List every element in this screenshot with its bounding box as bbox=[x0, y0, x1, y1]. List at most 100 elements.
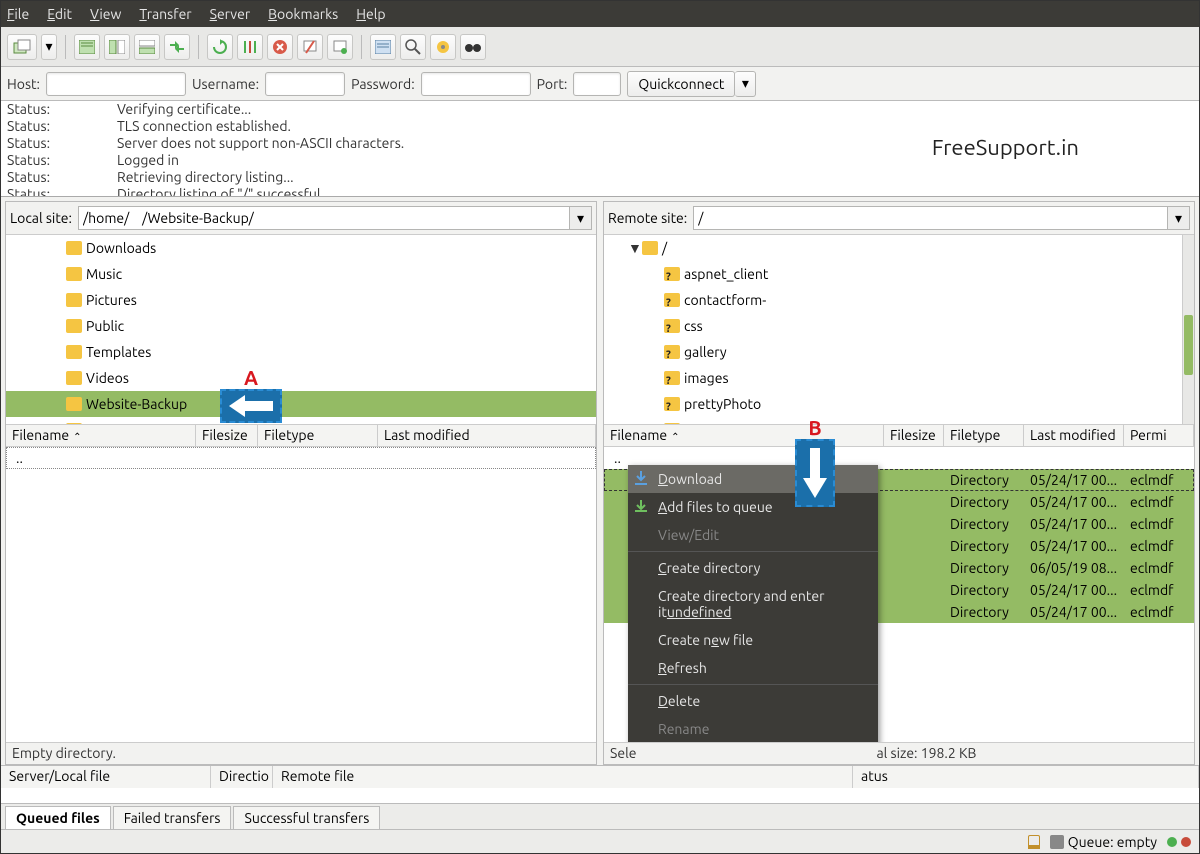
menu-help[interactable]: Help bbox=[356, 6, 385, 22]
col-lastmodified[interactable]: Last modified bbox=[1024, 425, 1124, 446]
col-filetype[interactable]: Filetype bbox=[944, 425, 1024, 446]
folder-icon bbox=[66, 267, 82, 281]
quickconnect-button[interactable]: Quickconnect bbox=[627, 71, 735, 97]
connection-icon[interactable] bbox=[1050, 835, 1064, 849]
menu-item-create-new-file[interactable]: Create new file bbox=[628, 626, 878, 654]
col-permissions[interactable]: Permi bbox=[1124, 425, 1194, 446]
menu-item-label: Create directory and enter itundefined bbox=[658, 588, 824, 620]
folder-icon bbox=[66, 319, 82, 333]
tree-item[interactable]: Downloads bbox=[6, 235, 596, 261]
tree-item[interactable]: images bbox=[604, 365, 1194, 391]
host-input[interactable] bbox=[46, 72, 186, 96]
menu-item-label: Delete bbox=[658, 693, 700, 709]
file-type: Directory bbox=[944, 494, 1024, 510]
cancel-icon[interactable] bbox=[267, 34, 293, 60]
tree-item[interactable]: Website-Backup bbox=[6, 391, 596, 417]
menu-item-refresh[interactable]: Refresh bbox=[628, 654, 878, 682]
tree-item[interactable]: Pictures bbox=[6, 287, 596, 313]
list-item[interactable]: .. bbox=[6, 447, 596, 469]
scrollbar[interactable] bbox=[1182, 235, 1194, 424]
local-path-input[interactable] bbox=[78, 206, 570, 230]
quickconnect-history-dropdown[interactable]: ▾ bbox=[735, 71, 756, 97]
queue-col-server[interactable]: Server/Local file bbox=[1, 766, 211, 788]
queue-col-direction[interactable]: Directio bbox=[211, 766, 273, 788]
folder-unknown-icon bbox=[664, 423, 680, 425]
tree-item[interactable]: Templates bbox=[6, 339, 596, 365]
remote-tree[interactable]: ▼/aspnet_clientcontactform-cssgalleryima… bbox=[604, 235, 1194, 425]
menu-bookmarks[interactable]: Bookmarks bbox=[268, 6, 338, 22]
menu-item-create-directory[interactable]: Create directory bbox=[628, 554, 878, 582]
filter-icon[interactable] bbox=[370, 34, 396, 60]
toggle-log-icon[interactable] bbox=[74, 34, 100, 60]
local-file-header[interactable]: Filename⌃ Filesize Filetype Last modifie… bbox=[6, 425, 596, 447]
sync-browse-icon[interactable] bbox=[164, 34, 190, 60]
col-filesize[interactable]: Filesize bbox=[884, 425, 944, 446]
menu-item-create-directory-and-enter-it[interactable]: Create directory and enter itundefined bbox=[628, 582, 878, 626]
menu-view[interactable]: View bbox=[90, 6, 121, 22]
tree-item[interactable]: aspnet_client bbox=[604, 261, 1194, 287]
col-lastmodified[interactable]: Last modified bbox=[378, 425, 596, 446]
reconnect-icon[interactable] bbox=[327, 34, 353, 60]
remote-path-dropdown[interactable]: ▾ bbox=[1168, 206, 1190, 230]
file-type: Directory bbox=[944, 560, 1024, 576]
menu-item-delete[interactable]: Delete bbox=[628, 687, 878, 715]
disconnect-icon[interactable] bbox=[297, 34, 323, 60]
tab-successful-transfers[interactable]: Successful transfers bbox=[233, 806, 380, 829]
transfer-queue[interactable]: Server/Local file Directio Remote file a… bbox=[1, 765, 1199, 803]
remote-path-input[interactable] bbox=[693, 206, 1168, 230]
process-queue-icon[interactable] bbox=[237, 34, 263, 60]
menu-item-rename: Rename bbox=[628, 715, 878, 742]
refresh-icon[interactable] bbox=[207, 34, 233, 60]
menu-item-download[interactable]: Download bbox=[628, 465, 878, 493]
tree-item[interactable]: css bbox=[604, 313, 1194, 339]
tree-item[interactable]: ▸snap bbox=[6, 417, 596, 425]
tree-item[interactable]: ▼/ bbox=[604, 235, 1194, 261]
menu-edit[interactable]: Edit bbox=[47, 6, 72, 22]
tree-item-label: Website-Backup bbox=[86, 393, 187, 415]
file-permissions: eclmdf bbox=[1124, 560, 1194, 576]
site-manager-icon[interactable] bbox=[7, 34, 37, 60]
binoculars-icon[interactable] bbox=[460, 34, 486, 60]
site-manager-dropdown[interactable]: ▾ bbox=[41, 34, 57, 60]
log-message: Logged in bbox=[117, 152, 179, 169]
tree-item[interactable]: prettyPhoto bbox=[604, 391, 1194, 417]
compare-icon[interactable] bbox=[430, 34, 456, 60]
expander-icon[interactable]: ▼ bbox=[628, 237, 638, 259]
local-file-list[interactable]: .. bbox=[6, 447, 596, 742]
remote-file-list[interactable]: ..Directory05/24/17 00...eclmdfDirectory… bbox=[604, 447, 1194, 742]
col-filename[interactable]: Filename bbox=[12, 427, 69, 443]
tab-queued-files[interactable]: Queued files bbox=[5, 806, 111, 829]
tab-failed-transfers[interactable]: Failed transfers bbox=[113, 806, 232, 829]
port-input[interactable] bbox=[573, 72, 621, 96]
local-path-dropdown[interactable]: ▾ bbox=[570, 206, 592, 230]
sort-asc-icon: ⌃ bbox=[671, 431, 679, 442]
search-icon[interactable] bbox=[400, 34, 426, 60]
lock-icon[interactable] bbox=[1028, 835, 1040, 849]
tree-item[interactable]: Music bbox=[6, 261, 596, 287]
tree-item[interactable]: Public bbox=[6, 313, 596, 339]
tree-item[interactable]: contactform- bbox=[604, 287, 1194, 313]
remote-file-header[interactable]: Filename ⌃ Filesize Filetype Last modifie… bbox=[604, 425, 1194, 447]
log-pane[interactable]: Status:Verifying certificate... Status:T… bbox=[1, 101, 1199, 197]
tree-item[interactable]: Videos bbox=[6, 365, 596, 391]
menu-transfer[interactable]: Transfer bbox=[139, 6, 191, 22]
menu-server[interactable]: Server bbox=[210, 6, 251, 22]
tree-item[interactable]: gallery bbox=[604, 339, 1194, 365]
toggle-tree-icon[interactable] bbox=[104, 34, 130, 60]
host-label: Host: bbox=[7, 76, 40, 92]
col-filetype[interactable]: Filetype bbox=[258, 425, 378, 446]
queue-col-status[interactable]: atus bbox=[853, 766, 1199, 788]
queue-col-remote[interactable]: Remote file bbox=[273, 766, 853, 788]
col-filesize[interactable]: Filesize bbox=[196, 425, 258, 446]
menu-item-add-files-to-queue[interactable]: Add files to queue bbox=[628, 493, 878, 521]
menu-file[interactable]: File bbox=[7, 6, 29, 22]
password-input[interactable] bbox=[421, 72, 531, 96]
file-modified: 05/24/17 00... bbox=[1024, 604, 1124, 620]
tree-item[interactable]: scripts bbox=[604, 417, 1194, 425]
local-tree[interactable]: DownloadsMusicPicturesPublicTemplatesVid… bbox=[6, 235, 596, 425]
watermark-text: FreeSupport.in bbox=[932, 135, 1079, 160]
file-type: Directory bbox=[944, 604, 1024, 620]
col-filename[interactable]: Filename bbox=[610, 427, 667, 443]
toggle-queue-icon[interactable] bbox=[134, 34, 160, 60]
username-input[interactable] bbox=[265, 72, 345, 96]
